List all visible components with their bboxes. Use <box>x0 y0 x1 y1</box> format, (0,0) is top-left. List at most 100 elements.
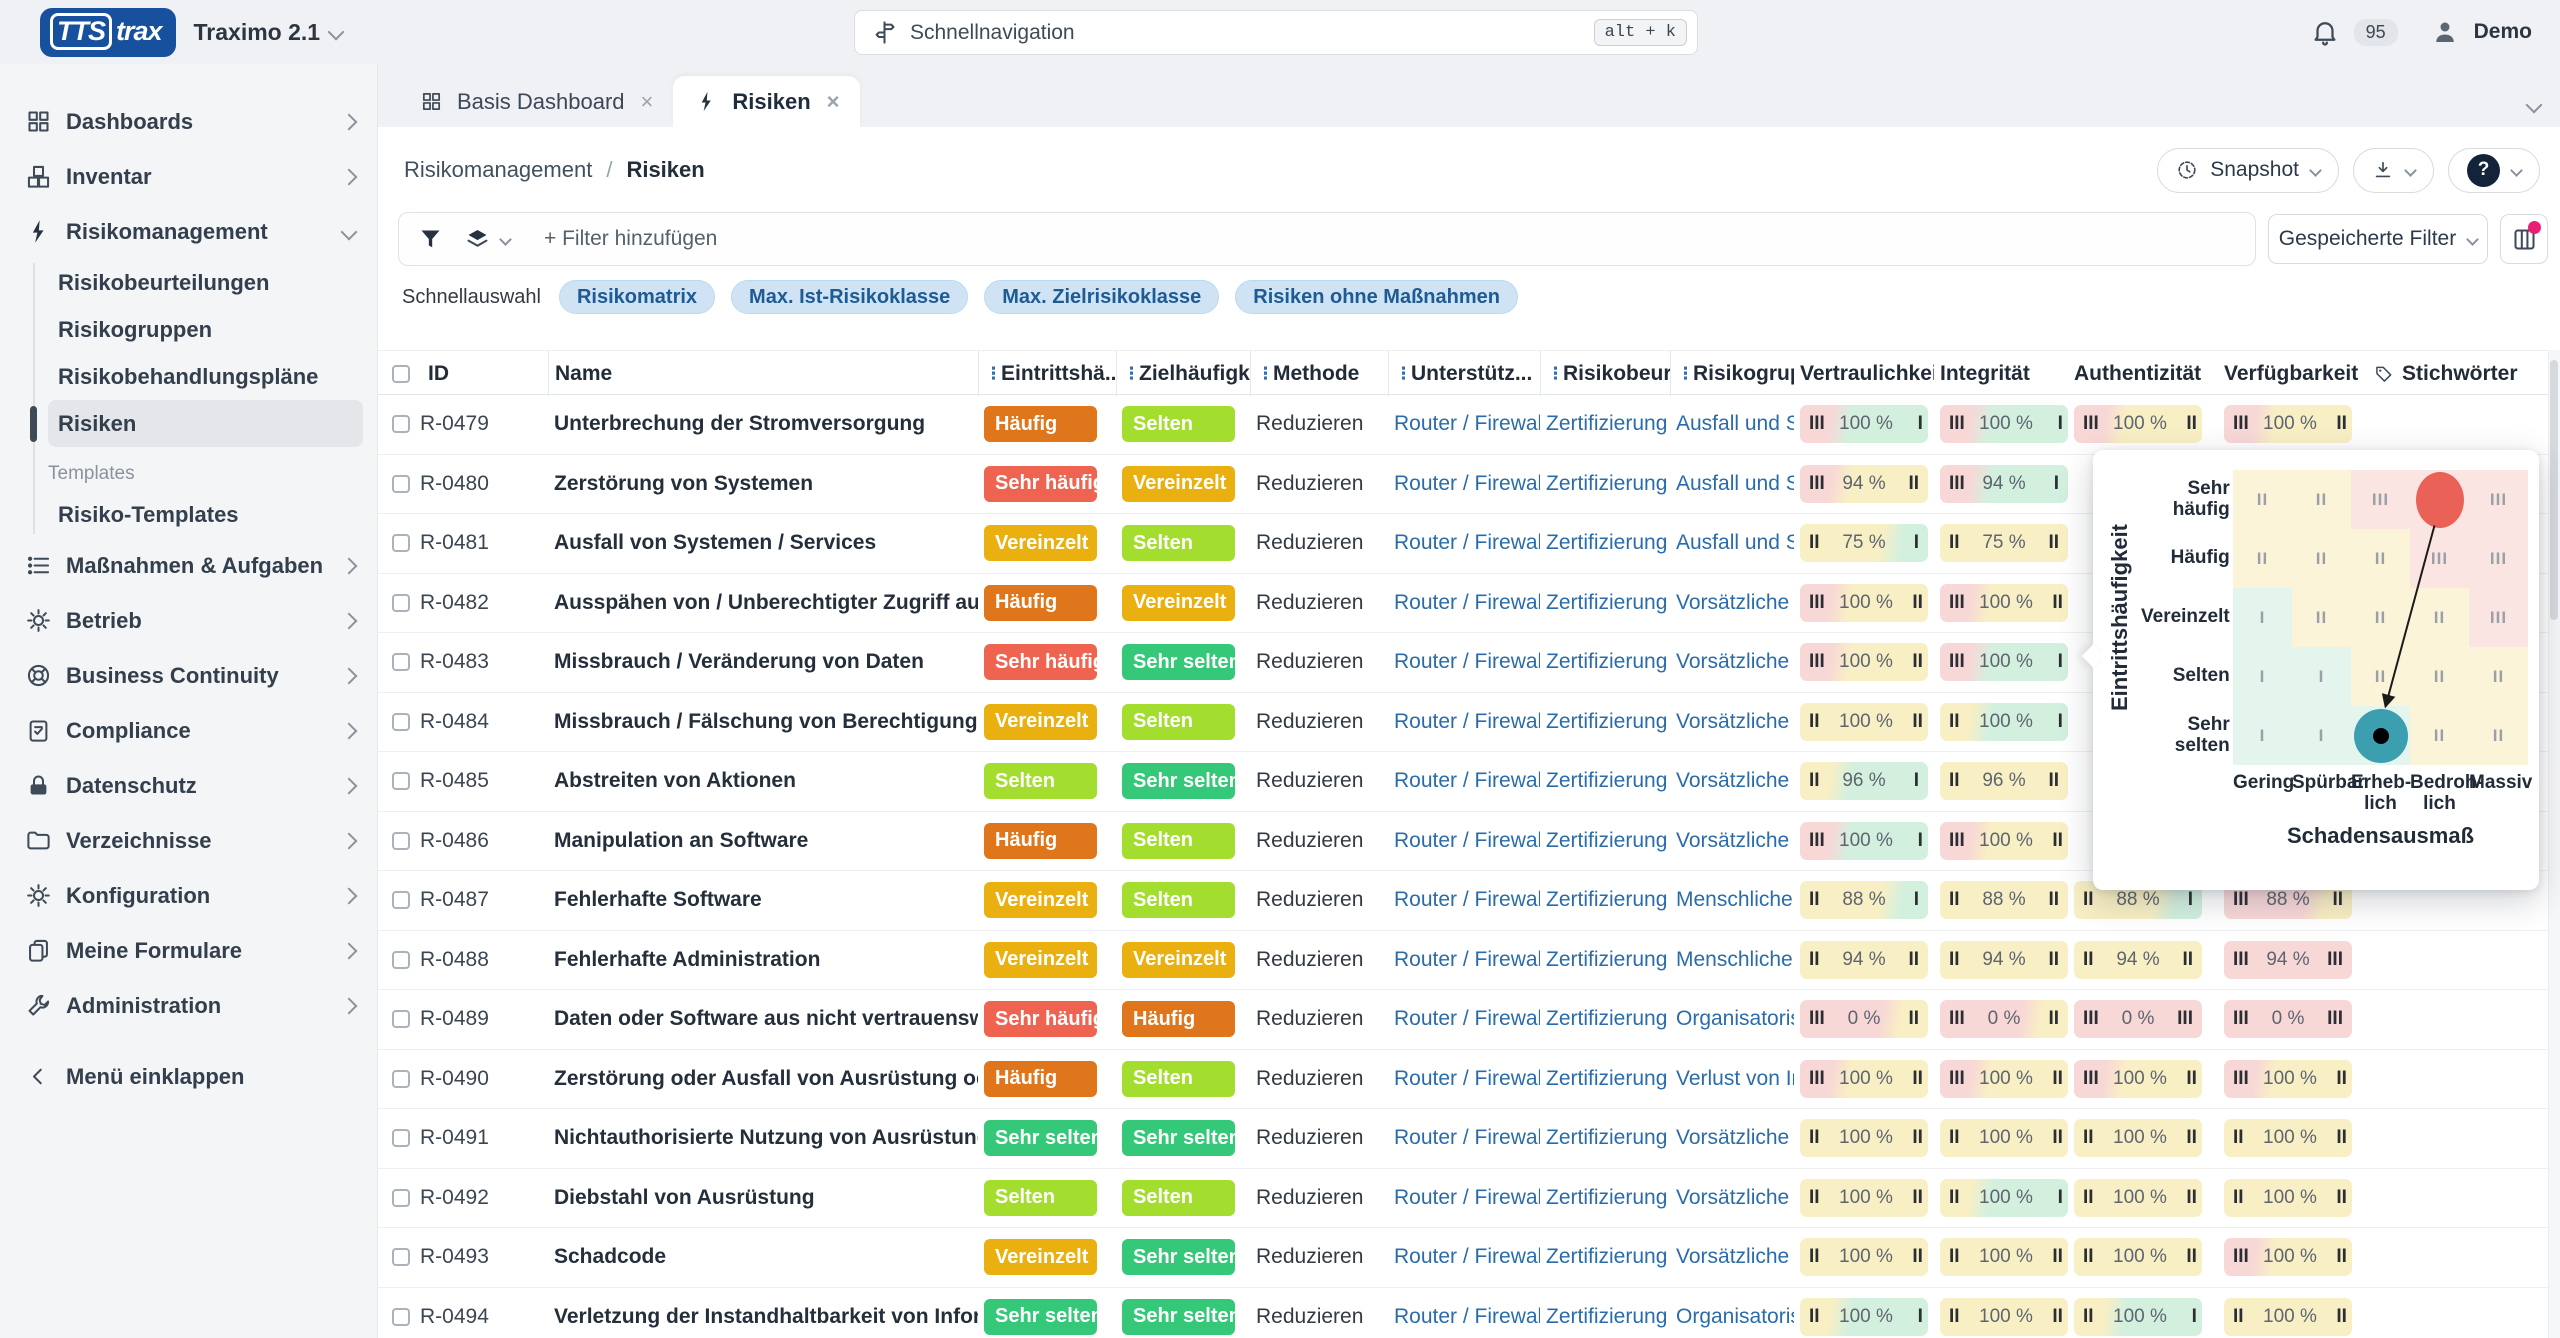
vertraulichkeit-pill[interactable]: II 94 % II <box>1800 941 1928 979</box>
risk-name[interactable]: Abstreiten von Aktionen <box>548 769 978 793</box>
integritaet-pill[interactable]: II 88 % II <box>1940 881 2068 919</box>
quick-filter-chip-risikomatrix[interactable]: Risikomatrix <box>559 280 715 314</box>
close-icon[interactable]: × <box>827 89 840 115</box>
row-checkbox[interactable] <box>392 891 410 909</box>
risikogruppe-link[interactable]: Menschliche F... <box>1670 948 1794 972</box>
risikobeurteilung-link[interactable]: Zertifizierung ... <box>1540 650 1670 674</box>
verfuegbarkeit-pill[interactable]: II 100 % II <box>2224 1179 2352 1217</box>
authentizitaet-pill[interactable]: III 0 % III <box>2074 1000 2202 1038</box>
vertraulichkeit-pill[interactable]: II 100 % II <box>1800 703 1928 741</box>
ttstrax-logo[interactable]: TTS trax <box>40 8 176 57</box>
scrollbar-thumb[interactable] <box>2550 360 2558 620</box>
vertraulichkeit-pill[interactable]: II 96 % I <box>1800 762 1928 800</box>
unterstuetzende-assets-link[interactable]: Router / Firewall <box>1388 412 1540 436</box>
risikogruppe-link[interactable]: Vorsätzliche H... <box>1670 710 1794 734</box>
unterstuetzende-assets-link[interactable]: Router / Firewall <box>1388 829 1540 853</box>
vertraulichkeit-pill[interactable]: III 100 % II <box>1800 584 1928 622</box>
table-row-r-0479[interactable]: R-0479 Unterbrechung der Stromversorgung… <box>378 395 2560 455</box>
row-checkbox[interactable] <box>392 653 410 671</box>
vertraulichkeit-pill[interactable]: III 100 % II <box>1800 1060 1928 1098</box>
column-header-stichwörter[interactable]: Stichwörter <box>2368 351 2560 396</box>
risk-name[interactable]: Schadcode <box>548 1245 978 1269</box>
vertical-scrollbar[interactable] <box>2548 350 2560 1338</box>
vertraulichkeit-pill[interactable]: III 100 % I <box>1800 405 1928 443</box>
risikogruppe-link[interactable]: Vorsätzliche H... <box>1670 1186 1794 1210</box>
vertraulichkeit-pill[interactable]: II 75 % I <box>1800 524 1928 562</box>
integritaet-pill[interactable]: II 100 % II <box>1940 1119 2068 1157</box>
table-row-r-0492[interactable]: R-0492 Diebstahl von Ausrüstung Selten S… <box>378 1169 2560 1229</box>
unterstuetzende-assets-link[interactable]: Router / Firewall <box>1388 650 1540 674</box>
sidebar-item-verzeichnisse[interactable]: Verzeichnisse <box>0 813 377 868</box>
column-header-integrität[interactable]: Integrität <box>1934 351 2068 396</box>
integritaet-pill[interactable]: III 94 % I <box>1940 465 2068 503</box>
risikogruppe-link[interactable]: Vorsätzliche H... <box>1670 650 1794 674</box>
risikobeurteilung-link[interactable]: Zertifizierung ... <box>1540 472 1670 496</box>
risikogruppe-link[interactable]: Organisatorisc... <box>1670 1007 1794 1031</box>
authentizitaet-pill[interactable]: III 100 % II <box>2074 405 2202 443</box>
risikogruppe-link[interactable]: Ausfall und St... <box>1670 531 1794 555</box>
help-button[interactable]: ? <box>2448 148 2540 193</box>
integritaet-pill[interactable]: II 100 % II <box>1940 1238 2068 1276</box>
risikogruppe-link[interactable]: Vorsätzliche H... <box>1670 1126 1794 1150</box>
column-menu-icon[interactable]: ⋮ <box>1677 369 1685 378</box>
app-title-menu[interactable]: Traximo 2.1 <box>194 19 343 46</box>
verfuegbarkeit-pill[interactable]: III 100 % II <box>2224 1238 2352 1276</box>
close-icon[interactable]: × <box>641 89 654 115</box>
row-checkbox[interactable] <box>392 1308 410 1326</box>
row-checkbox[interactable] <box>392 772 410 790</box>
table-row-r-0494[interactable]: R-0494 Verletzung der Instandhaltbarkeit… <box>378 1288 2560 1338</box>
sidebar-item-dashboards[interactable]: Dashboards <box>0 94 377 149</box>
sidebar-item-maßnahmen-aufgaben[interactable]: Maßnahmen & Aufgaben <box>0 538 377 593</box>
risk-name[interactable]: Zerstörung von Systemen <box>548 472 978 496</box>
authentizitaet-pill[interactable]: II 100 % II <box>2074 1179 2202 1217</box>
select-all-checkbox[interactable] <box>392 365 410 383</box>
filter-bar[interactable]: + Filter hinzufügen <box>398 212 2256 266</box>
sidebar-collapse-button[interactable]: Menü einklappen <box>0 1049 377 1104</box>
column-header-eintrittshä-[interactable]: ⋮Eintrittshä... <box>978 351 1116 396</box>
integritaet-pill[interactable]: II 100 % II <box>1940 1298 2068 1336</box>
integritaet-pill[interactable]: III 100 % I <box>1940 643 2068 681</box>
integritaet-pill[interactable]: III 100 % II <box>1940 1060 2068 1098</box>
unterstuetzende-assets-link[interactable]: Router / Firewall <box>1388 888 1540 912</box>
vertraulichkeit-pill[interactable]: II 100 % II <box>1800 1238 1928 1276</box>
unterstuetzende-assets-link[interactable]: Router / Firewall <box>1388 769 1540 793</box>
row-checkbox[interactable] <box>392 832 410 850</box>
table-row-r-0489[interactable]: R-0489 Daten oder Software aus nicht ver… <box>378 990 2560 1050</box>
risikobeurteilung-link[interactable]: Zertifizierung ... <box>1540 1007 1670 1031</box>
authentizitaet-pill[interactable]: II 100 % II <box>2074 1238 2202 1276</box>
integritaet-pill[interactable]: II 100 % I <box>1940 703 2068 741</box>
snapshot-button[interactable]: Snapshot <box>2157 148 2339 193</box>
quick-filter-chip-max-ist-risikoklasse[interactable]: Max. Ist-Risikoklasse <box>731 280 968 314</box>
row-checkbox[interactable] <box>392 1070 410 1088</box>
integritaet-pill[interactable]: III 100 % I <box>1940 405 2068 443</box>
vertraulichkeit-pill[interactable]: II 88 % I <box>1800 881 1928 919</box>
table-row-r-0493[interactable]: R-0493 Schadcode Vereinzelt Sehr selten … <box>378 1228 2560 1288</box>
table-row-r-0490[interactable]: R-0490 Zerstörung oder Ausfall von Ausrü… <box>378 1050 2560 1110</box>
column-menu-icon[interactable]: ⋮ <box>1123 369 1131 378</box>
bell-icon[interactable] <box>2310 17 2340 47</box>
unterstuetzende-assets-link[interactable]: Router / Firewall <box>1388 472 1540 496</box>
column-header-verfügbarkeit[interactable]: Verfügbarkeit <box>2218 351 2368 396</box>
table-row-r-0491[interactable]: R-0491 Nichtauthorisierte Nutzung von Au… <box>378 1109 2560 1169</box>
tab-overflow-chevron-icon[interactable] <box>2526 97 2543 114</box>
unterstuetzende-assets-link[interactable]: Router / Firewall <box>1388 1067 1540 1091</box>
integritaet-pill[interactable]: II 75 % II <box>1940 524 2068 562</box>
row-checkbox[interactable] <box>392 594 410 612</box>
column-header-name[interactable]: Name <box>548 351 978 396</box>
funnel-icon[interactable] <box>417 226 444 253</box>
row-checkbox[interactable] <box>392 713 410 731</box>
risikogruppe-link[interactable]: Vorsätzliche H... <box>1670 1245 1794 1269</box>
sidebar-item-risiken[interactable]: Risiken <box>48 400 363 447</box>
sidebar-item-datenschutz[interactable]: Datenschutz <box>0 758 377 813</box>
risk-name[interactable]: Fehlerhafte Software <box>548 888 978 912</box>
quick-navigation-search[interactable]: Schnellnavigation alt + k <box>854 10 1698 55</box>
verfuegbarkeit-pill[interactable]: III 0 % III <box>2224 1000 2352 1038</box>
risikobeurteilung-link[interactable]: Zertifizierung ... <box>1540 948 1670 972</box>
risikobeurteilung-link[interactable]: Zertifizierung ... <box>1540 1305 1670 1329</box>
risikogruppe-link[interactable]: Menschliche F... <box>1670 888 1794 912</box>
sidebar-item-inventar[interactable]: Inventar <box>0 149 377 204</box>
quick-filter-chip-risiken-ohne-ma-nahmen[interactable]: Risiken ohne Maßnahmen <box>1235 280 1518 314</box>
unterstuetzende-assets-link[interactable]: Router / Firewall <box>1388 948 1540 972</box>
unterstuetzende-assets-link[interactable]: Router / Firewall <box>1388 710 1540 734</box>
row-checkbox[interactable] <box>392 1129 410 1147</box>
